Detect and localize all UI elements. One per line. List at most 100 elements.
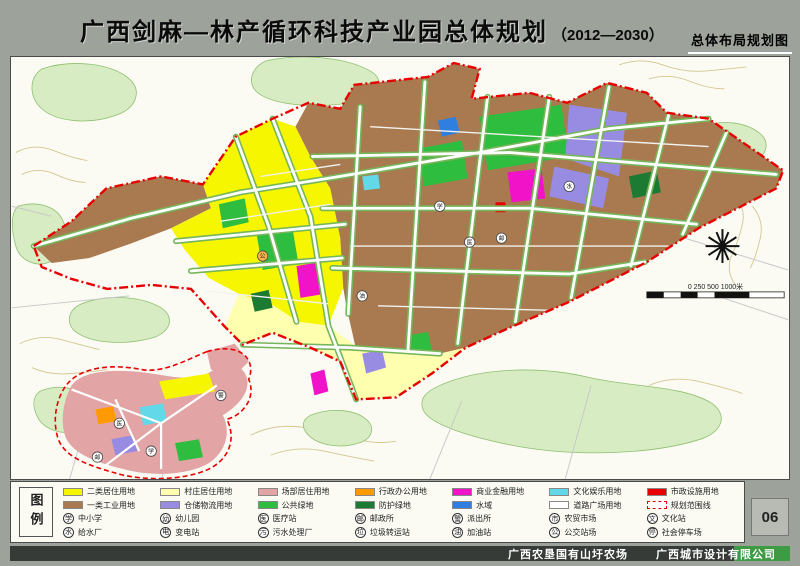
map-svg: 公医邮学水油医学邮警 0 250 500 1000米 — [11, 57, 789, 479]
map-marker-glyph: 医 — [116, 420, 122, 427]
legend-item: 道路广场用地 — [549, 499, 642, 513]
legend-icon: 电 — [160, 527, 171, 538]
legend-item: 规划范围线 — [647, 499, 740, 513]
legend-label: 场部居住用地 — [282, 486, 330, 497]
legend-icon: 油 — [452, 527, 463, 538]
legend-label: 规划范围线 — [671, 500, 711, 511]
legend-swatch — [160, 501, 180, 509]
legend-swatch — [355, 488, 375, 496]
legend-label: 道路广场用地 — [573, 500, 621, 511]
legend-label: 邮政所 — [370, 513, 394, 524]
legend-label: 农贸市场 — [564, 513, 596, 524]
legend-item: 幼幼儿园 — [160, 512, 253, 526]
map-type-label: 总体布局规划图 — [688, 30, 792, 54]
legend-item: 垃垃圾转运站 — [355, 526, 448, 540]
legend-swatch — [647, 488, 667, 496]
legend-icon: 邮 — [355, 513, 366, 524]
legend-item: 村庄居住用地 — [160, 485, 253, 499]
legend-swatch — [258, 501, 278, 509]
legend-label: 给水厂 — [78, 527, 102, 538]
legend-panel: 图例 二类居住用地村庄居住用地场部居住用地行政办公用地商业金融用地文化娱乐用地市… — [10, 481, 745, 543]
company-name-left: 广西农垦国有山圩农场 — [508, 546, 628, 562]
legend-label: 商业金融用地 — [476, 486, 524, 497]
legend-icon: 停 — [647, 527, 658, 538]
legend-item: 文文化站 — [647, 512, 740, 526]
legend-item: 防护绿地 — [355, 499, 448, 513]
legend-icon: 幼 — [160, 513, 171, 524]
legend-icon: 医 — [258, 513, 269, 524]
legend-swatch — [549, 501, 569, 509]
legend-swatch — [452, 488, 472, 496]
zone-protective-green — [251, 290, 273, 312]
legend-label: 变电站 — [175, 527, 199, 538]
legend-item: 二类居住用地 — [63, 485, 156, 499]
legend-label: 垃圾转运站 — [370, 527, 410, 538]
legend-item: 市政设施用地 — [647, 485, 740, 499]
legend-icon: 水 — [63, 527, 74, 538]
legend-item: 停社会停车场 — [647, 526, 740, 540]
legend-swatch — [549, 488, 569, 496]
legend-swatch — [63, 501, 83, 509]
legend-label: 防护绿地 — [379, 500, 411, 511]
zone-culture — [362, 174, 380, 190]
page-title-suffix: （2012—2030） — [552, 24, 664, 47]
legend-label: 水域 — [476, 500, 492, 511]
legend-item: 水域 — [452, 499, 545, 513]
footer-bar: 广西农垦国有山圩农场 广西城市设计有限公司 — [10, 546, 790, 561]
legend-swatch — [647, 501, 667, 509]
legend-swatch — [452, 501, 472, 509]
map-marker-glyph: 水 — [566, 183, 572, 191]
legend-label: 加油站 — [467, 527, 491, 538]
legend-item: 油加油站 — [452, 526, 545, 540]
map-marker-glyph: 学 — [148, 447, 154, 455]
map-marker-glyph: 警 — [218, 392, 224, 400]
legend-label: 社会停车场 — [662, 527, 702, 538]
header-bar: 广西剑麻—林产循环科技产业园总体规划 （2012—2030） 总体布局规划图 — [8, 4, 792, 54]
company-name-right: 广西城市设计有限公司 — [656, 546, 776, 562]
legend-icon: 污 — [258, 527, 269, 538]
legend-item: 一类工业用地 — [63, 499, 156, 513]
legend-label: 一类工业用地 — [87, 500, 135, 511]
legend-item: 行政办公用地 — [355, 485, 448, 499]
legend-icon: 市 — [549, 513, 560, 524]
legend-item: 仓储物流用地 — [160, 499, 253, 513]
legend-label: 市政设施用地 — [671, 486, 719, 497]
legend-label: 文化娱乐用地 — [573, 486, 621, 497]
legend-item: 公共绿地 — [258, 499, 351, 513]
legend-label: 文化站 — [662, 513, 686, 524]
legend-label: 村庄居住用地 — [184, 486, 232, 497]
map-marker-glyph: 邮 — [94, 453, 100, 461]
legend-label: 公共绿地 — [282, 500, 314, 511]
legend-grid: 二类居住用地 村庄居住用地 场部居住用地 行政办公用地 商业金融用地 文化娱乐用地 市政设施… — [63, 485, 740, 539]
legend-label: 中小学 — [78, 513, 102, 524]
legend-item: 电变电站 — [160, 526, 253, 540]
legend-item: 学中小学 — [63, 512, 156, 526]
legend-label: 幼儿园 — [175, 513, 199, 524]
legend-item: 污污水处理厂 — [258, 526, 351, 540]
footer-text: 广西农垦国有山圩农场 广西城市设计有限公司 — [508, 546, 776, 561]
legend-label: 派出所 — [467, 513, 491, 524]
page-title: 广西剑麻—林产循环科技产业园总体规划 — [80, 12, 548, 47]
map-marker-glyph: 学 — [437, 202, 443, 210]
legend-icon: 学 — [63, 513, 74, 524]
legend-label: 二类居住用地 — [87, 486, 135, 497]
page-number: 06 — [751, 498, 789, 536]
map-panel: 公医邮学水油医学邮警 0 250 500 1000米 — [10, 56, 790, 480]
legend-item: 市农贸市场 — [549, 512, 642, 526]
legend-item: 医医疗站 — [258, 512, 351, 526]
map-marker-glyph: 医 — [467, 239, 473, 246]
legend-item: 公公交站场 — [549, 526, 642, 540]
legend-label: 污水处理厂 — [273, 527, 313, 538]
legend-swatch — [258, 488, 278, 496]
scale-label: 0 250 500 1000米 — [688, 282, 743, 291]
legend-label: 行政办公用地 — [379, 486, 427, 497]
legend-icon: 垃 — [355, 527, 366, 538]
map-marker-glyph: 邮 — [499, 234, 505, 242]
legend-label: 医疗站 — [273, 513, 297, 524]
map-marker-glyph: 油 — [359, 292, 365, 300]
legend-icon: 警 — [452, 513, 463, 524]
map-marker-glyph: 公 — [260, 253, 266, 260]
legend-title: 图例 — [19, 487, 53, 537]
legend-swatch — [355, 501, 375, 509]
legend-swatch — [63, 488, 83, 496]
